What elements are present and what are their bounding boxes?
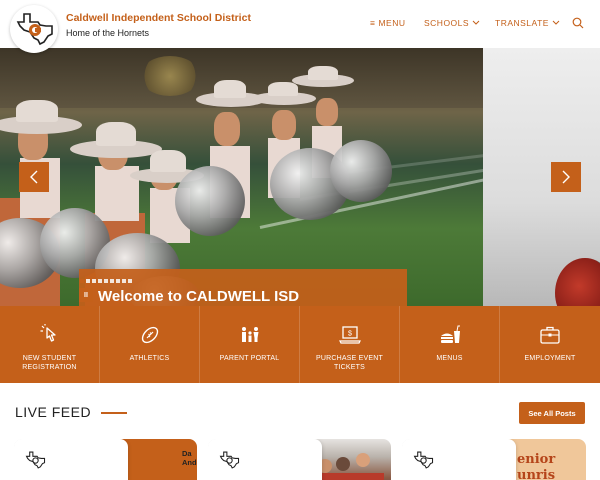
search-icon (572, 17, 584, 29)
feed-card-image-text: Da Ande (182, 449, 197, 467)
quick-link-label: PARENT PORTAL (219, 355, 280, 362)
feed-card[interactable]: enior unris (402, 439, 586, 480)
slide-dot[interactable] (92, 279, 96, 283)
chevron-down-icon (472, 20, 480, 25)
quick-link-label: NEW STUDENT REGISTRATION (22, 355, 77, 371)
slide-dot[interactable] (128, 279, 132, 283)
district-logo[interactable] (10, 5, 58, 53)
see-all-posts-button[interactable]: See All Posts (519, 402, 585, 424)
briefcase-icon (540, 326, 560, 344)
quick-link-employment[interactable]: EMPLOYMENT (500, 306, 600, 383)
football-icon (141, 326, 158, 344)
food-drink-icon (440, 325, 460, 343)
pointer-click-icon (40, 324, 56, 342)
slide-indicators (80, 279, 132, 283)
feed-card-body (14, 439, 128, 480)
hero-slideshow: Welcome to CALDWELL ISD (0, 48, 600, 306)
search-button[interactable] (572, 17, 584, 29)
quick-link-label: ATHLETICS (129, 355, 170, 362)
chevron-right-icon (562, 170, 570, 184)
next-slide-button[interactable] (551, 162, 581, 192)
site-subtitle: Home of the Hornets (66, 28, 150, 38)
translate-label: TRANSLATE (495, 18, 549, 28)
heading-divider (101, 412, 127, 414)
quick-link-new-student-registration[interactable]: NEW STUDENT REGISTRATION (0, 306, 100, 383)
site-header: Caldwell Independent School District Hom… (0, 0, 600, 53)
texas-c-logo-icon (25, 451, 46, 469)
quick-link-parent-portal[interactable]: PARENT PORTAL (200, 306, 300, 383)
translate-dropdown[interactable]: TRANSLATE (495, 18, 560, 28)
quick-link-purchase-event-tickets[interactable]: $ PURCHASE EVENT TICKETS (300, 306, 400, 383)
slide-dot[interactable] (122, 279, 126, 283)
previous-slide-button[interactable] (19, 162, 49, 192)
schools-label: SCHOOLS (424, 18, 470, 28)
slide-dot[interactable] (80, 279, 84, 283)
chevron-left-icon (30, 170, 38, 184)
feed-card-image-text: enior unris (517, 452, 556, 480)
hamburger-icon: ≡ (370, 18, 376, 28)
quick-link-menus[interactable]: MENUS (400, 306, 500, 383)
texas-c-logo-icon (219, 451, 240, 469)
slide-dot[interactable] (110, 279, 114, 283)
svg-text:$: $ (348, 331, 352, 338)
slide-dot[interactable] (104, 279, 108, 283)
feed-card[interactable]: Da Ande (14, 439, 197, 480)
feed-card-body (208, 439, 322, 480)
texas-c-logo-icon (16, 13, 53, 46)
slide-dot[interactable] (116, 279, 120, 283)
quick-links-bar: NEW STUDENT REGISTRATION ATHLETICS PAREN… (0, 306, 600, 383)
laptop-ticket-icon: $ (338, 326, 361, 344)
pause-slideshow-button[interactable]: II (79, 288, 93, 302)
quick-link-athletics[interactable]: ATHLETICS (100, 306, 200, 383)
slide-dot[interactable] (86, 279, 90, 283)
quick-link-label: PURCHASE EVENT TICKETS (316, 355, 383, 371)
feed-card[interactable] (208, 439, 391, 480)
family-icon (241, 327, 258, 342)
chevron-down-icon (552, 20, 560, 25)
welcome-caption: Welcome to CALDWELL ISD (79, 269, 407, 306)
live-feed-heading: LIVE FEED (15, 404, 92, 420)
texas-c-logo-icon (413, 451, 434, 469)
menu-label: MENU (378, 18, 406, 28)
slide-dot[interactable] (98, 279, 102, 283)
site-title[interactable]: Caldwell Independent School District (66, 12, 251, 24)
menu-button[interactable]: ≡ MENU (370, 18, 406, 28)
feed-card-body (402, 439, 516, 480)
schools-dropdown[interactable]: SCHOOLS (424, 18, 480, 28)
quick-link-label: MENUS (436, 355, 463, 362)
quick-link-label: EMPLOYMENT (524, 355, 576, 362)
